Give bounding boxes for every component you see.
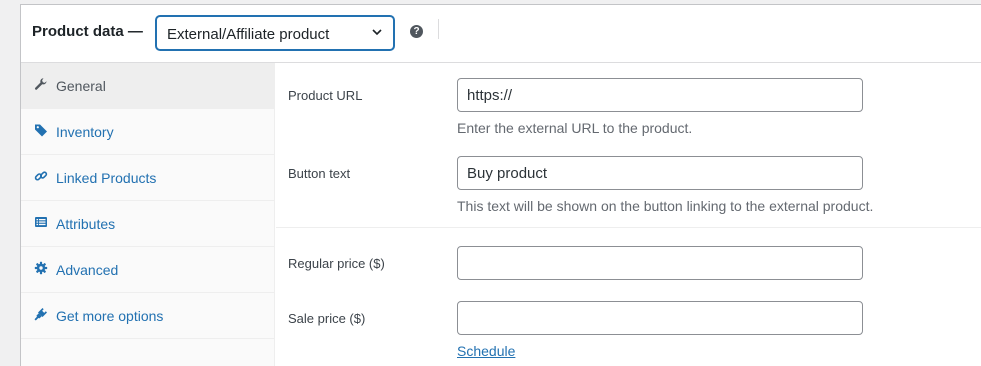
product-type-select[interactable]: External/Affiliate product — [156, 16, 394, 50]
button-text-label: Button text — [288, 166, 351, 181]
tab-attributes-label: Attributes — [56, 216, 116, 232]
gear-icon — [34, 261, 48, 275]
panel-title-dash: — — [127, 23, 143, 40]
product-data-tabs: General Inventory Linked Products Attrib… — [21, 63, 275, 366]
regular-price-input[interactable] — [457, 246, 863, 280]
panel-title-text: Product data — [32, 23, 124, 40]
tab-advanced[interactable]: Advanced — [21, 247, 275, 293]
header-divider — [438, 19, 439, 39]
regular-price-label: Regular price ($) — [288, 256, 385, 271]
tab-get-more-options-label: Get more options — [56, 308, 164, 324]
tab-get-more-options[interactable]: Get more options — [21, 293, 275, 339]
tab-inventory-label: Inventory — [56, 124, 114, 140]
wrench-icon — [34, 78, 47, 90]
sale-price-input[interactable] — [457, 301, 863, 335]
chevron-down-icon — [372, 29, 382, 36]
tab-general-label: General — [56, 78, 106, 94]
tab-inventory[interactable]: Inventory — [21, 109, 275, 155]
tab-linked-products-label: Linked Products — [56, 170, 157, 186]
button-text-description: This text will be shown on the button li… — [457, 198, 874, 214]
product-type-value: External/Affiliate product — [167, 26, 330, 43]
product-data-panel: Product data — External/Affiliate produc… — [20, 4, 981, 366]
tab-linked-products[interactable]: Linked Products — [21, 155, 275, 201]
product-url-description: Enter the external URL to the product. — [457, 120, 693, 136]
pricing-divider — [276, 227, 981, 228]
product-data-header: Product data — External/Affiliate produc… — [21, 5, 981, 63]
schedule-link[interactable]: Schedule — [457, 343, 515, 359]
tag-icon — [35, 124, 47, 137]
product-url-input[interactable] — [457, 78, 863, 112]
sale-price-label: Sale price ($) — [288, 311, 366, 326]
button-text-input[interactable] — [457, 156, 863, 190]
product-url-label: Product URL — [288, 88, 363, 103]
tab-attributes[interactable]: Attributes — [21, 201, 275, 247]
tab-advanced-label: Advanced — [56, 262, 119, 278]
question-circle-icon[interactable]: ? — [410, 25, 423, 38]
list-icon — [35, 217, 47, 227]
tab-general[interactable]: General — [21, 63, 275, 109]
plugin-icon — [34, 308, 47, 321]
panel-title: Product data — — [32, 23, 143, 40]
link-icon — [34, 171, 48, 181]
general-options-panel: Product URL Enter the external URL to th… — [276, 63, 981, 366]
